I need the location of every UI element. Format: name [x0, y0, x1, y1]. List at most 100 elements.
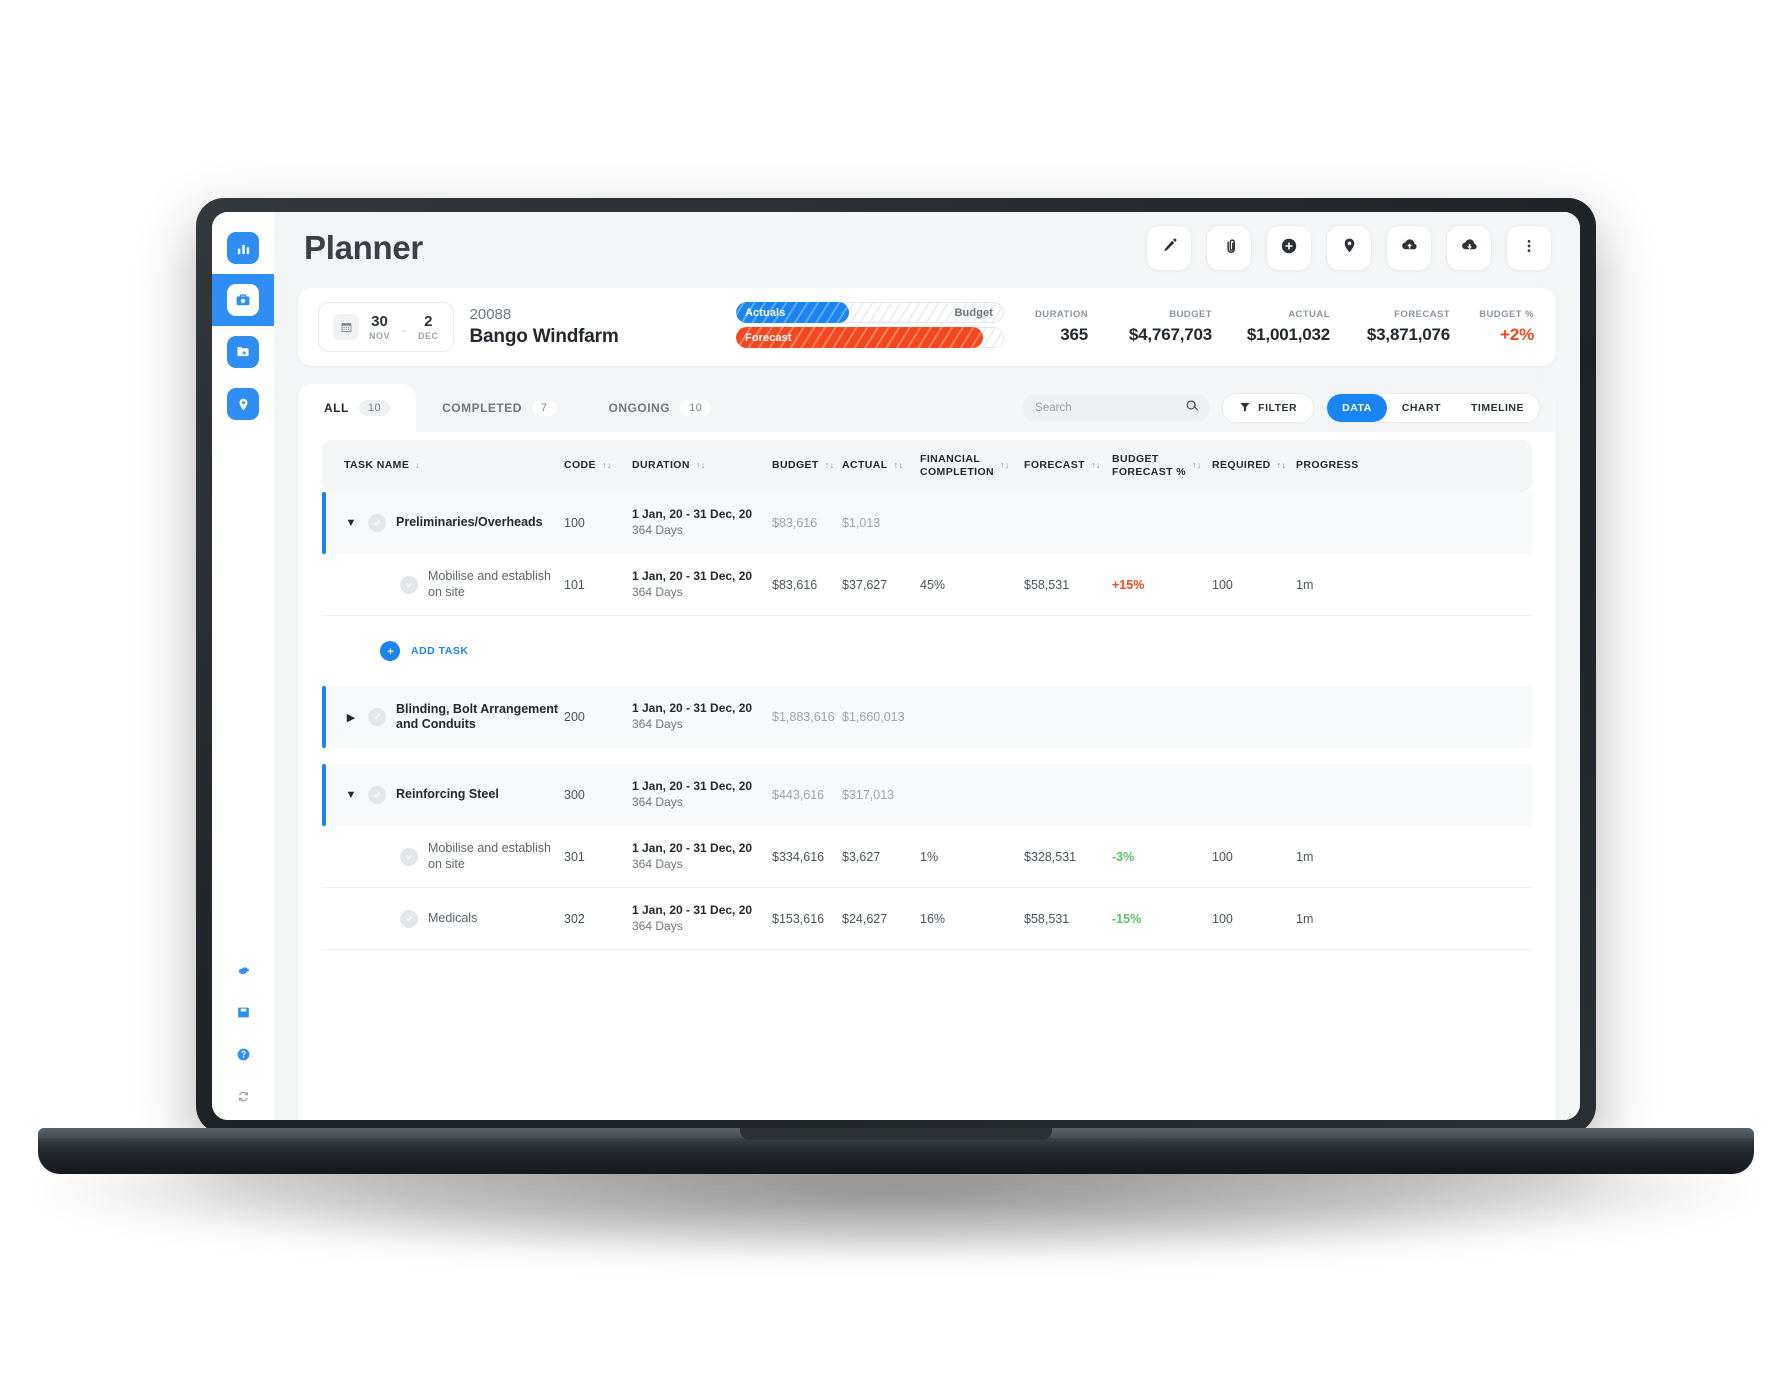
column-header-label: ACTUAL [842, 459, 888, 472]
task-status-check-icon[interactable] [368, 708, 386, 726]
table-row[interactable]: ▼ Preliminaries/Overheads 100 1 Jan, 20 - 3… [322, 492, 1532, 554]
date-range-picker[interactable]: 30 NOV - 2 DEC [318, 302, 454, 352]
table-row[interactable]: Medicals 302 1 Jan, 20 - 31 Dec, 20 364 Day… [322, 888, 1532, 950]
column-header-required[interactable]: REQUIRED ↑↓ [1212, 459, 1296, 472]
sidebar-item-projects[interactable] [212, 274, 274, 326]
metric-value: $1,001,032 [1246, 324, 1330, 344]
sidebar-item-settings[interactable] [212, 952, 274, 994]
cell-task-name: Mobilise and establish on site [322, 841, 564, 872]
view-data-button[interactable]: DATA [1327, 394, 1387, 422]
cell-code: 300 [564, 788, 585, 802]
cell-budget-forecast-pct: +15% [1112, 577, 1145, 592]
add-task-label: ADD TASK [411, 645, 469, 657]
cell-forecast: $328,531 [1024, 849, 1077, 864]
column-header-progress[interactable]: PROGRESS [1296, 459, 1376, 472]
download-button[interactable] [1446, 225, 1492, 271]
column-header-label: FORECAST [1024, 459, 1085, 472]
column-header-actual[interactable]: ACTUAL ↑↓ [842, 459, 920, 472]
sort-toggle-icon[interactable]: ↑↓ [1091, 460, 1101, 471]
cell-actual: $317,013 [842, 788, 895, 802]
view-timeline-button[interactable]: TIMELINE [1456, 394, 1539, 422]
column-header-label: PROGRESS [1296, 459, 1359, 472]
cell-required: 100 [1212, 577, 1233, 592]
project-identity: 20088 Bango Windfarm [470, 306, 619, 349]
sidebar-item-archive[interactable] [212, 994, 274, 1036]
sidebar-item-sync[interactable] [212, 1078, 274, 1120]
tab-ongoing[interactable]: ONGOING 10 [582, 384, 738, 432]
view-chart-button[interactable]: CHART [1387, 394, 1456, 422]
actuals-vs-budget-bar: Actuals Budget [736, 302, 1004, 323]
collapse-caret-icon[interactable]: ▼ [344, 789, 358, 801]
duration-range: 1 Jan, 20 - 31 Dec, 20 [632, 568, 753, 583]
column-header-code[interactable]: CODE ↑↓ [564, 459, 632, 472]
question-circle-icon [236, 1047, 251, 1067]
task-status-check-icon[interactable] [368, 514, 386, 532]
sort-toggle-icon[interactable]: ↑↓ [602, 460, 612, 471]
column-header-budget-forecast[interactable]: BUDGET FORECAST % ↑↓ [1112, 453, 1212, 479]
sort-toggle-icon[interactable]: ↑↓ [1192, 460, 1202, 471]
sort-toggle-icon[interactable]: ↑↓ [1277, 460, 1287, 471]
sort-toggle-icon[interactable]: ↑↓ [894, 460, 904, 471]
task-name-label: Mobilise and establish on site [428, 841, 551, 871]
task-status-check-icon[interactable] [400, 909, 418, 928]
cell-task-name: Medicals [322, 909, 564, 928]
cell-budget: $334,616 [772, 849, 825, 864]
date-range-end: 2 DEC [418, 314, 439, 341]
search-box[interactable] [1022, 394, 1211, 422]
task-name-label: Blinding, Bolt Arrangement and Conduits [396, 701, 559, 731]
task-status-check-icon[interactable] [400, 575, 418, 594]
metric-key: FORECAST [1394, 308, 1450, 320]
sidebar-item-help[interactable] [212, 1036, 274, 1078]
cell-task-name: ▶ Blinding, Bolt Arrangement and Conduits [322, 702, 564, 733]
sort-toggle-icon[interactable]: ↑↓ [1000, 460, 1010, 471]
cell-required: 100 [1212, 911, 1233, 926]
metric-duration: DURATION 365 [1026, 309, 1088, 345]
planner-app: Planner 30 NOV - 2 DEC 20088 Bango Windf… [212, 212, 1580, 1120]
column-header-financial-completion[interactable]: FINANCIAL COMPLETION ↑↓ [920, 453, 1024, 479]
cell-duration: 1 Jan, 20 - 31 Dec, 20 364 Days [632, 569, 772, 600]
tab-all[interactable]: ALL 10 [298, 384, 417, 432]
task-status-check-icon[interactable] [400, 847, 418, 866]
expand-caret-icon[interactable]: ▶ [344, 711, 358, 724]
metric-value: +2% [1500, 324, 1534, 344]
column-header-duration[interactable]: DURATION ↑↓ [632, 459, 772, 472]
table-row[interactable]: ▼ Reinforcing Steel 300 1 Jan, 20 - 31 Dec,… [322, 764, 1532, 826]
cloud-download-icon [1460, 236, 1479, 260]
table-header-row: TASK NAME ↓ CODE ↑↓ DURATION ↑↓ BUDGET ↑↓ ACTUAL… [322, 440, 1532, 492]
tasks-table: TASK NAME ↓ CODE ↑↓ DURATION ↑↓ BUDGET ↑↓ ACTUAL… [298, 432, 1556, 1120]
table-row[interactable]: ▶ Blinding, Bolt Arrangement and Conduits… [322, 686, 1532, 748]
tabs-group: ALL 10 COMPLETED 7 ONGOING 10 [298, 384, 738, 432]
sort-toggle-icon[interactable]: ↑↓ [696, 460, 706, 471]
search-input[interactable] [1033, 401, 1180, 415]
table-row[interactable]: Mobilise and establish on site 101 1 Jan, … [322, 554, 1532, 616]
sidebar-item-documents[interactable] [212, 326, 274, 378]
cell-duration: 1 Jan, 20 - 31 Dec, 20 364 Days [632, 779, 772, 810]
cloud-upload-icon [1400, 236, 1419, 260]
add-button[interactable] [1266, 225, 1312, 271]
filter-button[interactable]: FILTER [1222, 393, 1315, 423]
upload-button[interactable] [1386, 225, 1432, 271]
sort-desc-icon[interactable]: ↓ [415, 460, 420, 471]
column-header-forecast[interactable]: FORECAST ↑↓ [1024, 459, 1112, 472]
column-header-label: BUDGET [772, 459, 819, 472]
cell-forecast: $58,531 [1024, 911, 1070, 926]
collapse-caret-icon[interactable]: ▼ [344, 517, 358, 529]
attach-button[interactable] [1206, 225, 1252, 271]
add-task-button[interactable]: ADD TASK [322, 616, 1532, 686]
task-status-check-icon[interactable] [368, 786, 386, 804]
cell-progress: 1m [1296, 577, 1314, 592]
sidebar-item-analytics[interactable] [212, 222, 274, 274]
task-name-label: Mobilise and establish on site [428, 569, 551, 599]
edit-button[interactable] [1146, 225, 1192, 271]
cell-duration: 1 Jan, 20 - 31 Dec, 20 364 Days [632, 701, 772, 732]
tab-completed[interactable]: COMPLETED 7 [416, 384, 583, 432]
tab-bar: ALL 10 COMPLETED 7 ONGOING 10 Search FIL… [298, 384, 1556, 432]
more-button[interactable] [1506, 225, 1552, 271]
column-header-budget[interactable]: BUDGET ↑↓ [772, 459, 842, 472]
duration-range: 1 Jan, 20 - 31 Dec, 20 [632, 902, 753, 917]
table-row[interactable]: Mobilise and establish on site 301 1 Jan, … [322, 826, 1532, 888]
sidebar-item-locations[interactable] [212, 378, 274, 430]
column-header-task-name[interactable]: TASK NAME ↓ [322, 459, 564, 472]
sort-toggle-icon[interactable]: ↑↓ [825, 460, 835, 471]
location-button[interactable] [1326, 225, 1372, 271]
